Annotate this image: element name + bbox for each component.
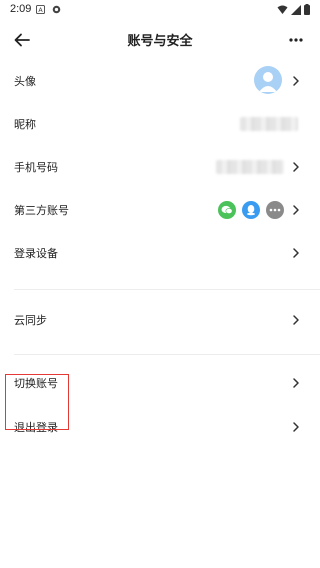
row-cloud-sync[interactable]: 云同步 [0, 290, 320, 346]
row-label: 第三方账号 [14, 204, 69, 217]
status-bar: 2:09 A [0, 0, 320, 20]
logout-highlight-box [5, 374, 69, 430]
chevron-right-icon [293, 248, 299, 258]
row-label: 云同步 [14, 314, 47, 327]
nickname-value-blurred [240, 117, 298, 131]
chevron-right-icon [293, 315, 299, 325]
chevron-right-icon [293, 76, 299, 86]
row-label: 登录设备 [14, 247, 58, 260]
row-nickname[interactable]: 昵称 [0, 103, 320, 146]
row-label: 头像 [14, 75, 36, 88]
signal-icon [291, 4, 301, 15]
row-avatar[interactable]: 头像 [0, 60, 320, 103]
app-header: 账号与安全 [0, 20, 320, 60]
chevron-right-icon [293, 162, 299, 172]
battery-icon [304, 4, 310, 15]
more-dots-icon[interactable] [288, 32, 304, 48]
phone-value-blurred [216, 160, 284, 174]
row-label: 手机号码 [14, 161, 58, 174]
wechat-icon[interactable] [218, 201, 236, 219]
row-login-devices[interactable]: 登录设备 [0, 232, 320, 275]
avatar[interactable] [254, 66, 282, 94]
chevron-right-icon [293, 205, 299, 215]
a-notification-icon: A [36, 5, 45, 14]
row-third-party[interactable]: 第三方账号 [0, 189, 320, 232]
row-phone[interactable]: 手机号码 [0, 146, 320, 189]
svg-text:A: A [38, 7, 43, 14]
status-right-icons [277, 4, 310, 15]
account-security-screen: 2:09 A 账号与安全 头像 昵称 手机号码 第三方账号 登录设备 云同步 切… [0, 0, 320, 568]
more-accounts-icon[interactable] [266, 201, 284, 219]
chevron-right-icon [293, 378, 299, 388]
status-time: 2:09 [10, 3, 32, 15]
settings-notification-icon [52, 5, 61, 14]
wifi-icon [277, 5, 288, 14]
row-label: 昵称 [14, 118, 36, 131]
qq-icon[interactable] [242, 201, 260, 219]
user-avatar-icon [259, 72, 277, 92]
chevron-right-icon [293, 422, 299, 432]
third-party-icons [218, 201, 284, 219]
page-title: 账号与安全 [127, 34, 193, 49]
